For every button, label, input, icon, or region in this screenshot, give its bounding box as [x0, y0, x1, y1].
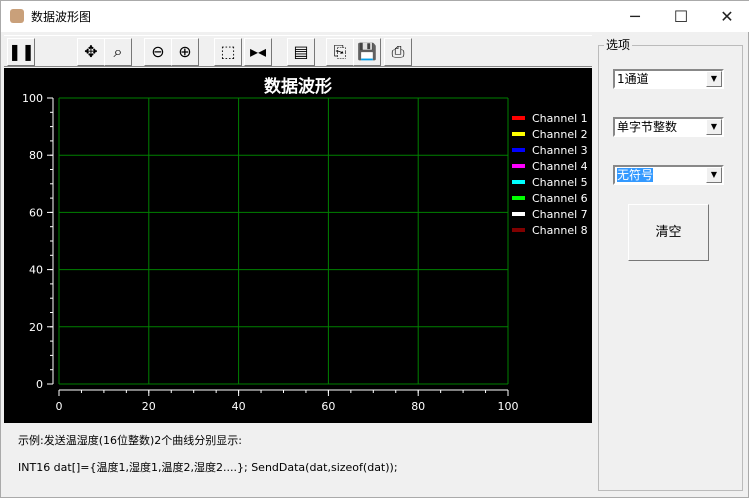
legend-item: Channel 2	[512, 126, 588, 142]
y-tick-label: 40	[29, 264, 43, 277]
chevron-down-icon[interactable]: ▼	[706, 119, 722, 135]
options-label: 选项	[604, 36, 633, 53]
legend-item: Channel 7	[512, 206, 588, 222]
example-code: INT16 dat[]={温度1,湿度1,温度2,湿度2....}; SendD…	[18, 461, 398, 474]
x-tick-label: 20	[142, 400, 156, 413]
x-tick-label: 80	[411, 400, 425, 413]
legend-label: Channel 1	[532, 111, 588, 125]
y-tick-label: 60	[29, 206, 43, 219]
x-tick-label: 0	[56, 400, 63, 413]
app-icon	[10, 9, 24, 23]
pause-icon: ❚❚	[8, 42, 35, 61]
zoom-region-icon: ⌕	[113, 42, 123, 61]
chart-svg: 数据波形 0 20 40 60 80 100 0 20 40 60 80 100	[22, 76, 519, 413]
close-button[interactable]: ✕	[704, 1, 749, 32]
zoom-out-icon: ⊖	[151, 42, 165, 61]
legend-swatch	[512, 212, 525, 216]
cursor-button[interactable]: ▸◂	[244, 38, 272, 66]
legend-label: Channel 2	[532, 127, 588, 141]
x-tick-label: 60	[321, 400, 335, 413]
move-icon: ✥	[84, 42, 98, 61]
options-group	[598, 45, 743, 491]
x-tick-label: 40	[232, 400, 246, 413]
data-type-select[interactable]: 单字节整数 ▼	[613, 117, 724, 137]
chart-title: 数据波形	[264, 76, 332, 97]
legend-swatch	[512, 164, 525, 168]
clear-button[interactable]: 清空	[628, 204, 709, 261]
legend-item: Channel 8	[512, 222, 588, 238]
save-icon: 💾	[357, 42, 377, 61]
y-tick-label: 0	[36, 378, 43, 391]
select-button[interactable]: ⬚	[214, 38, 242, 66]
zoom-region-button[interactable]: ⌕	[104, 38, 132, 66]
legend-label: Channel 6	[532, 191, 588, 205]
chart-legend: Channel 1 Channel 2 Channel 3 Channel 4 Chan…	[512, 110, 588, 238]
y-tick-label: 80	[29, 149, 43, 162]
legend-item: Channel 4	[512, 158, 588, 174]
minimize-button[interactable]: ─	[612, 1, 658, 32]
title-bar: 数据波形图 ─ ☐ ✕	[1, 1, 749, 32]
legend-label: Channel 7	[532, 207, 588, 221]
select-icon: ⬚	[220, 42, 236, 61]
y-tick-label: 100	[22, 92, 43, 105]
channel-value: 1通道	[617, 72, 649, 86]
legend-item: Channel 6	[512, 190, 588, 206]
properties-icon: ▤	[293, 42, 309, 61]
properties-button[interactable]: ▤	[287, 38, 315, 66]
legend-item: Channel 5	[512, 174, 588, 190]
legend-label: Channel 8	[532, 223, 588, 237]
channel-select[interactable]: 1通道 ▼	[613, 69, 724, 89]
print-icon: ⎙	[391, 42, 405, 61]
sign-value: 无符号	[617, 168, 654, 182]
chevron-down-icon[interactable]: ▼	[706, 167, 722, 183]
data-type-value: 单字节整数	[617, 120, 678, 134]
cursor-icon: ▸◂	[249, 42, 267, 61]
legend-swatch	[512, 148, 525, 152]
zoom-in-button[interactable]: ⊕	[171, 38, 199, 66]
zoom-in-icon: ⊕	[178, 42, 192, 61]
chevron-down-icon[interactable]: ▼	[706, 71, 722, 87]
waveform-chart: 数据波形 0 20 40 60 80 100 0 20 40 60 80 100 Channel 1 Ch…	[4, 68, 592, 423]
sign-select[interactable]: 无符号 ▼	[613, 165, 724, 185]
pause-button[interactable]: ❚❚	[7, 38, 35, 66]
legend-label: Channel 5	[532, 175, 588, 189]
copy-icon: ⎘	[333, 42, 347, 61]
toolbar: ❚❚ ✥ ⌕ ⊖ ⊕ ⬚ ▸◂ ▤ ⎘ 💾 ⎙	[4, 35, 592, 67]
legend-label: Channel 3	[532, 143, 588, 157]
move-button[interactable]: ✥	[77, 38, 105, 66]
maximize-button[interactable]: ☐	[658, 1, 704, 32]
y-tick-label: 20	[29, 321, 43, 334]
copy-button[interactable]: ⎘	[326, 38, 354, 66]
legend-swatch	[512, 132, 525, 136]
legend-swatch	[512, 116, 525, 120]
legend-item: Channel 3	[512, 142, 588, 158]
x-tick-label: 100	[498, 400, 519, 413]
window-title: 数据波形图	[31, 10, 92, 24]
save-button[interactable]: 💾	[353, 38, 381, 66]
legend-item: Channel 1	[512, 110, 588, 126]
zoom-out-button[interactable]: ⊖	[144, 38, 172, 66]
legend-swatch	[512, 228, 525, 232]
print-button[interactable]: ⎙	[384, 38, 412, 66]
example-note: 示例:发送温湿度(16位整数)2个曲线分别显示:	[18, 434, 242, 447]
legend-swatch	[512, 180, 525, 184]
legend-label: Channel 4	[532, 159, 588, 173]
legend-swatch	[512, 196, 525, 200]
